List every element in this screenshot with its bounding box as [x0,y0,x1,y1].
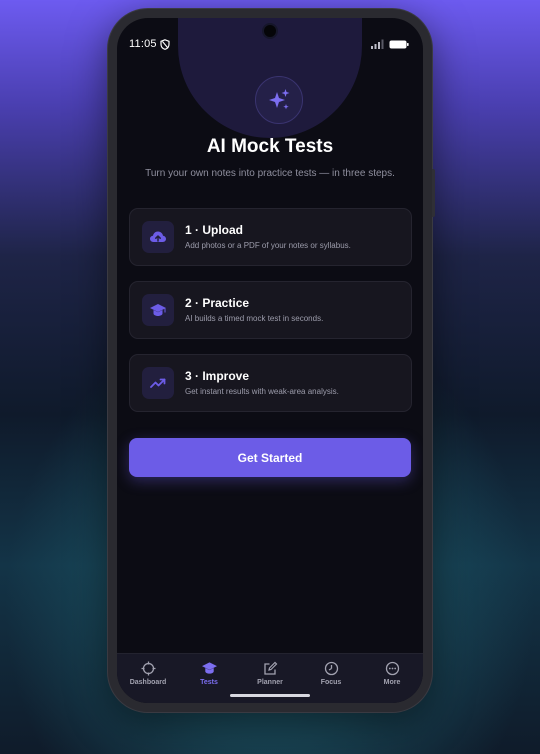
nav-item-more[interactable]: More [367,661,417,691]
signal-icon [371,39,384,49]
step-title: 3 · Improve [185,369,250,383]
page-subtitle: Turn your own notes into practice tests … [145,168,395,179]
nav-label: Planner [257,679,283,686]
nav-label: Focus [320,679,342,686]
nav-item-dashboard[interactable]: Dashboard [123,661,173,691]
graduation-cap-icon [201,662,217,674]
nav-label: More [383,679,401,686]
step-card-improve[interactable]: 3 · Improve Get instant results with wea… [129,354,412,412]
step-description: Get instant results with weak-area analy… [185,387,339,396]
cloud-upload-icon [142,221,174,253]
more-icon [385,661,399,676]
nav-item-planner[interactable]: Planner [245,661,295,691]
crosshair-icon [141,661,155,676]
status-time: 11:05 [129,38,157,50]
status-bar: 11:05 [117,18,423,50]
nav-item-tests[interactable]: Tests [184,661,234,691]
page-title: AI Mock Tests [206,136,334,157]
side-button [432,169,435,217]
timer-icon [324,661,338,676]
shield-icon [160,39,170,50]
step-description: Add photos or a PDF of your notes or syl… [185,241,351,250]
step-card-practice[interactable]: 2 · Practice AI builds a timed mock test… [129,281,412,339]
step-title: 1 · Upload [185,223,244,237]
nav-label: Tests [200,679,218,686]
home-indicator[interactable] [230,694,310,697]
battery-icon [389,40,409,49]
graduation-cap-icon [142,294,174,326]
app-screen: 11:05 AI Mock Tests Turn your own notes … [117,18,423,703]
phone-frame: 11:05 AI Mock Tests Turn your own notes … [108,9,435,712]
get-started-button[interactable]: Get Started [129,438,411,477]
nav-label: Dashboard [129,679,167,686]
step-description: AI builds a timed mock test in seconds. [185,314,324,323]
step-card-upload[interactable]: 1 · Upload Add photos or a PDF of your n… [129,208,412,266]
trending-up-icon [142,367,174,399]
sparkles-icon [255,76,303,124]
step-title: 2 · Practice [185,296,250,310]
edit-icon [263,661,277,675]
nav-item-focus[interactable]: Focus [306,661,356,691]
